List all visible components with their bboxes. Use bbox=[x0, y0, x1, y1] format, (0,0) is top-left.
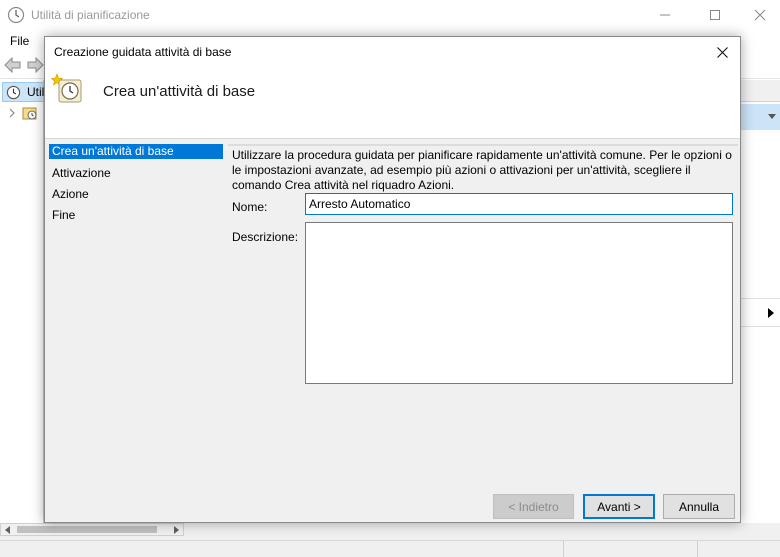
clock-icon bbox=[7, 6, 25, 24]
menu-file[interactable]: File bbox=[10, 34, 29, 48]
scrollbar-thumb[interactable] bbox=[17, 526, 157, 533]
intro-text: Utilizzare la procedura guidata per pian… bbox=[232, 148, 732, 192]
main-close-button[interactable] bbox=[740, 0, 780, 30]
dialog-header-title: Crea un'attività di base bbox=[103, 83, 256, 100]
divider bbox=[740, 298, 780, 299]
maximize-button[interactable] bbox=[692, 0, 738, 30]
close-icon bbox=[754, 9, 766, 21]
submenu-arrow-icon[interactable] bbox=[768, 308, 774, 318]
actions-header bbox=[740, 80, 780, 102]
main-titlebar: Utilità di pianificazione bbox=[0, 0, 780, 30]
back-arrow-icon[interactable] bbox=[4, 57, 22, 73]
divider bbox=[740, 326, 780, 327]
step-finish[interactable]: Fine bbox=[49, 205, 223, 226]
folder-clock-icon bbox=[22, 107, 37, 120]
task-clock-icon bbox=[51, 73, 82, 103]
wizard-steps: Crea un'attività di base Attivazione Azi… bbox=[49, 144, 223, 226]
tree-pane: Utili bbox=[0, 80, 47, 540]
actions-selected-section[interactable] bbox=[740, 104, 780, 130]
status-divider bbox=[697, 541, 698, 557]
minimize-button[interactable] bbox=[642, 0, 688, 30]
close-icon bbox=[716, 46, 728, 58]
scroll-left-icon[interactable] bbox=[5, 526, 11, 534]
status-divider bbox=[563, 541, 564, 557]
back-button[interactable]: < Indietro bbox=[493, 494, 574, 519]
dialog-title: Creazione guidata attività di base bbox=[54, 45, 232, 59]
step-action[interactable]: Azione bbox=[49, 184, 223, 205]
description-field[interactable] bbox=[305, 222, 733, 384]
scroll-right-icon[interactable] bbox=[173, 526, 179, 534]
maximize-icon bbox=[710, 10, 720, 20]
horizontal-scrollbar[interactable] bbox=[0, 523, 184, 536]
actions-pane bbox=[740, 80, 780, 540]
dialog-close-button[interactable] bbox=[704, 37, 740, 67]
forward-arrow-icon[interactable] bbox=[26, 57, 44, 73]
name-label: Nome: bbox=[232, 200, 268, 214]
name-field[interactable] bbox=[305, 193, 733, 215]
dialog-titlebar: Creazione guidata attività di base bbox=[45, 37, 740, 67]
description-label: Descrizione: bbox=[232, 230, 299, 244]
status-bar bbox=[0, 540, 780, 557]
step-create-basic-task[interactable]: Crea un'attività di base bbox=[49, 144, 223, 159]
content-divider bbox=[228, 144, 738, 146]
clock-icon bbox=[6, 85, 21, 100]
tree-item-root[interactable]: Utili bbox=[2, 82, 47, 102]
dialog-header: Crea un'attività di base bbox=[45, 67, 740, 139]
next-button[interactable]: Avanti > bbox=[583, 494, 655, 519]
minimize-icon bbox=[660, 14, 670, 16]
wizard-content: Utilizzare la procedura guidata per pian… bbox=[228, 144, 738, 496]
chevron-right-icon[interactable] bbox=[8, 108, 16, 118]
collapse-arrow-icon[interactable] bbox=[767, 113, 777, 121]
basic-task-wizard-dialog: Creazione guidata attività di base Crea … bbox=[44, 36, 741, 523]
main-window-title: Utilità di pianificazione bbox=[31, 8, 150, 22]
step-trigger[interactable]: Attivazione bbox=[49, 163, 223, 184]
cancel-button[interactable]: Annulla bbox=[663, 494, 735, 519]
